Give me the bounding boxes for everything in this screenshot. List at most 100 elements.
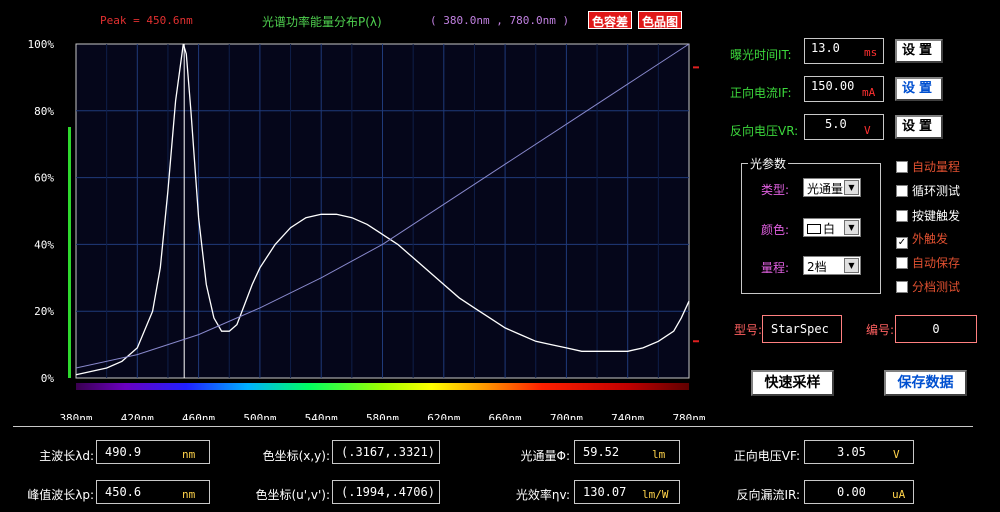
efficacy-value: 130.07 xyxy=(583,485,627,499)
chroma-xy-value: (.3167,.3321) xyxy=(341,445,435,459)
peak-readout: Peak = 450.6nm xyxy=(100,14,193,27)
checkbox-empty-icon[interactable] xyxy=(896,281,908,293)
forward-voltage-unit: V xyxy=(893,448,900,461)
color-select[interactable]: 白 ▼ xyxy=(803,218,861,237)
checkbox-checked-icon[interactable]: ✓ xyxy=(896,237,908,249)
plot-grid xyxy=(68,43,699,390)
checkbox-empty-icon[interactable] xyxy=(896,161,908,173)
color-label: 颜色: xyxy=(761,223,790,237)
wavelength-color-bar xyxy=(76,383,689,390)
model-value: StarSpec xyxy=(771,322,829,336)
reverse-leakage-value: 0.00 xyxy=(837,485,866,499)
checkbox-label: 自动保存 xyxy=(912,256,961,270)
save-data-button[interactable]: 保存数据 xyxy=(884,370,967,396)
dominant-wavelength-unit: nm xyxy=(182,448,196,461)
chromaticity-diagram-button[interactable]: 色品图 xyxy=(638,11,683,29)
y-tick-label: 100% xyxy=(28,38,55,51)
intensity-indicator xyxy=(68,127,71,378)
reverse-voltage-field[interactable]: 5.0 xyxy=(804,114,884,140)
number-label: 编号: xyxy=(865,323,894,337)
y-tick-label: 0% xyxy=(41,372,55,385)
checkbox-label: 按键触发 xyxy=(912,209,961,223)
reverse-voltage-unit: V xyxy=(864,124,871,137)
reverse-leakage-unit: uA xyxy=(892,488,906,501)
dropdown-arrow-icon: ▼ xyxy=(844,258,859,273)
peak-wavelength-value: 450.6 xyxy=(105,485,142,499)
exposure-value: 13.0 xyxy=(811,41,840,55)
peak-wavelength-label: 峰值波长λp: xyxy=(27,488,94,502)
range-value: 2档 xyxy=(807,260,827,274)
set-exposure-button[interactable]: 设置 xyxy=(895,39,943,63)
efficacy-label: 光效率ηv: xyxy=(515,488,570,502)
checkbox-empty-icon[interactable] xyxy=(896,210,908,222)
dominant-wavelength-value: 490.9 xyxy=(105,445,142,459)
wavelength-range: ( 380.0nm , 780.0nm ) xyxy=(430,14,570,27)
checkbox-empty-icon[interactable] xyxy=(896,185,908,197)
reverse-voltage-label: 反向电压VR: xyxy=(730,124,799,138)
chart-header: Peak = 450.6nm 光谱功率能量分布P(λ) ( 380.0nm , … xyxy=(0,10,720,30)
optical-params-title: 光参数 xyxy=(748,155,789,172)
x-tick-label: 700nm xyxy=(550,412,583,420)
dropdown-arrow-icon: ▼ xyxy=(844,220,859,235)
forward-current-label: 正向电流IF: xyxy=(730,86,792,100)
fast-sample-button[interactable]: 快速采样 xyxy=(751,370,834,396)
checkbox-option[interactable]: 循环测试 xyxy=(896,182,960,199)
checkbox-label: 循环测试 xyxy=(912,184,961,198)
forward-current-value: 150.00 xyxy=(811,79,855,93)
checkbox-option[interactable]: 自动量程 xyxy=(896,158,960,175)
dominant-wavelength-label: 主波长λd: xyxy=(39,449,94,463)
x-tick-label: 580nm xyxy=(366,412,399,420)
color-swatch-icon xyxy=(807,224,821,234)
y-tick-label: 40% xyxy=(34,238,54,251)
x-tick-label: 380nm xyxy=(59,412,92,420)
x-tick-label: 620nm xyxy=(427,412,460,420)
spectrum-title: 光谱功率能量分布P(λ) xyxy=(262,15,382,29)
chroma-uv-field: (.1994,.4706) xyxy=(332,480,440,504)
range-label: 量程: xyxy=(761,261,790,275)
checkbox-empty-icon[interactable] xyxy=(896,257,908,269)
y-tick-label: 80% xyxy=(34,105,54,118)
luminous-flux-label: 光通量Φ: xyxy=(520,449,571,463)
divider xyxy=(13,426,973,427)
dropdown-arrow-icon: ▼ xyxy=(844,180,859,195)
number-value: 0 xyxy=(932,322,940,336)
checkbox-option[interactable]: 自动保存 xyxy=(896,254,960,271)
x-tick-label: 740nm xyxy=(611,412,644,420)
x-tick-label: 460nm xyxy=(182,412,215,420)
x-tick-label: 540nm xyxy=(305,412,338,420)
reverse-leakage-label: 反向漏流IR: xyxy=(736,488,800,502)
type-label: 类型: xyxy=(761,183,790,197)
checkbox-label: 自动量程 xyxy=(912,160,961,174)
range-select[interactable]: 2档 ▼ xyxy=(803,256,861,275)
peak-wavelength-unit: nm xyxy=(182,488,196,501)
forward-current-unit: mA xyxy=(862,86,876,99)
x-tick-label: 660nm xyxy=(489,412,522,420)
forward-voltage-value: 3.05 xyxy=(837,445,866,459)
model-field[interactable]: StarSpec xyxy=(762,315,842,343)
set-voltage-button[interactable]: 设置 xyxy=(895,115,943,139)
checkbox-label: 分档测试 xyxy=(912,280,961,294)
type-select[interactable]: 光通量 ▼ xyxy=(803,178,861,197)
x-tick-label: 780nm xyxy=(672,412,705,420)
checkbox-option[interactable]: 分档测试 xyxy=(896,278,960,295)
chroma-xy-label: 色坐标(x,y): xyxy=(262,449,330,463)
forward-voltage-label: 正向电压VF: xyxy=(733,449,800,463)
chroma-uv-value: (.1994,.4706) xyxy=(341,485,435,499)
checkbox-option[interactable]: ✓ 外触发 xyxy=(896,230,948,249)
spectrum-chart: 380nm 420nm 460nm 500nm 540nm 580nm 620nm 660nm… xyxy=(28,38,706,420)
color-tolerance-button[interactable]: 色容差 xyxy=(588,11,633,29)
exposure-unit: ms xyxy=(864,46,878,59)
reverse-voltage-value: 5.0 xyxy=(825,117,847,131)
chroma-xy-field: (.3167,.3321) xyxy=(332,440,440,464)
checkbox-option[interactable]: 按键触发 xyxy=(896,207,960,224)
model-label: 型号: xyxy=(733,323,762,337)
luminous-flux-value: 59.52 xyxy=(583,445,620,459)
set-current-button[interactable]: 设置 xyxy=(895,77,943,101)
x-tick-label: 500nm xyxy=(243,412,276,420)
number-field[interactable]: 0 xyxy=(895,315,977,343)
efficacy-unit: lm/W xyxy=(642,488,669,501)
chroma-uv-label: 色坐标(u',v'): xyxy=(255,488,330,502)
y-tick-label: 20% xyxy=(34,305,54,318)
luminous-flux-unit: lm xyxy=(652,448,666,461)
y-tick-label: 60% xyxy=(34,172,54,185)
